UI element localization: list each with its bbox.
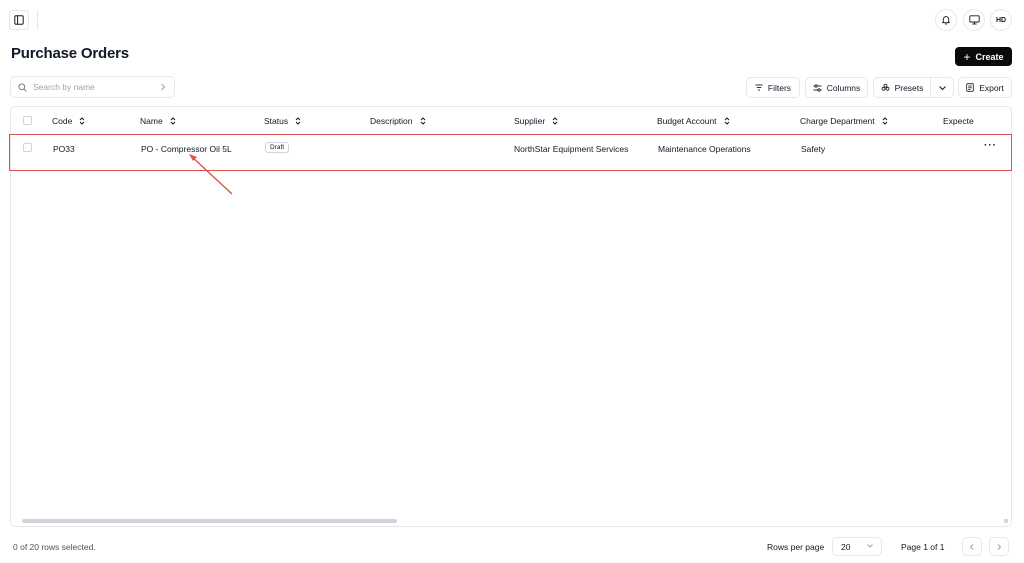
row-highlight-box (9, 134, 1012, 171)
column-header-label: Code (52, 116, 73, 126)
plus-icon: + (963, 49, 971, 64)
rows-per-page-value: 20 (841, 541, 851, 552)
next-page-button[interactable] (989, 537, 1009, 556)
presets-button[interactable]: Presets (873, 77, 931, 98)
export-label: Export (979, 82, 1004, 93)
column-header-label: Description (370, 116, 413, 126)
bell-icon (942, 16, 950, 25)
monitor-icon (968, 15, 980, 25)
table-header: Code Name Status Description Supplier Bu… (11, 107, 1011, 135)
create-button[interactable]: + Create (955, 47, 1012, 66)
search-box[interactable] (10, 76, 175, 98)
page-title: Purchase Orders (11, 45, 129, 62)
sidebar-toggle-button[interactable] (9, 10, 29, 30)
filters-button[interactable]: Filters (746, 77, 800, 98)
column-header-label: Name (140, 116, 163, 126)
previous-page-button[interactable] (962, 537, 982, 556)
display-settings-button[interactable] (963, 9, 985, 31)
top-bar: HD (0, 0, 1024, 40)
presets-label: Presets (894, 82, 924, 93)
rows-per-page-select[interactable]: 20 (832, 537, 882, 556)
search-input[interactable] (33, 82, 153, 92)
avatar-initials: HD (995, 16, 1007, 24)
column-header-expected[interactable]: Expecte (943, 116, 974, 126)
filter-icon (755, 84, 763, 91)
column-header-supplier[interactable]: Supplier (514, 116, 558, 126)
sort-icon[interactable] (170, 117, 176, 125)
sort-icon[interactable] (552, 117, 558, 125)
topbar-divider (37, 10, 38, 30)
presets-icon (881, 83, 889, 91)
columns-button[interactable]: Columns (805, 77, 868, 98)
export-button[interactable]: Export (958, 77, 1012, 98)
column-header-code[interactable]: Code (52, 116, 85, 126)
sort-icon[interactable] (295, 117, 301, 125)
column-header-label: Charge Department (800, 116, 875, 126)
filters-label: Filters (767, 82, 792, 93)
sort-icon[interactable] (724, 117, 730, 125)
sliders-icon (813, 83, 822, 92)
user-avatar-button[interactable]: HD (990, 9, 1012, 31)
column-header-label: Supplier (514, 116, 546, 126)
sidebar-panel-icon (14, 15, 24, 25)
select-all-checkbox[interactable] (23, 116, 32, 125)
chevron-down-icon (867, 544, 873, 548)
export-icon (966, 83, 974, 92)
column-header-budget-account[interactable]: Budget Account (657, 116, 730, 126)
column-header-label: Status (264, 116, 289, 126)
sort-icon[interactable] (79, 117, 85, 125)
search-icon (18, 82, 27, 92)
sort-icon[interactable] (882, 117, 888, 125)
sort-icon[interactable] (420, 117, 426, 125)
column-header-label: Budget Account (657, 116, 717, 126)
column-header-status[interactable]: Status (264, 116, 301, 126)
annotation-arrow-icon (189, 154, 233, 195)
selection-count: 0 of 20 rows selected. (13, 542, 96, 552)
chevron-right-icon[interactable] (159, 82, 167, 92)
page-indicator: Page 1 of 1 (901, 542, 945, 552)
chevron-down-icon (938, 85, 946, 90)
columns-label: Columns (826, 82, 861, 93)
presets-dropdown-button[interactable] (930, 77, 954, 98)
create-button-label: Create (975, 51, 1004, 62)
column-header-label: Expecte (943, 116, 974, 126)
column-header-name[interactable]: Name (140, 116, 176, 126)
notifications-button[interactable] (935, 9, 957, 31)
chevron-left-icon (969, 543, 974, 550)
horizontal-scrollbar[interactable] (22, 519, 397, 523)
column-header-description[interactable]: Description (370, 116, 426, 126)
rows-per-page-label: Rows per page (767, 542, 825, 552)
scrollbar-end-marker (1004, 519, 1008, 523)
chevron-right-icon (997, 543, 1002, 550)
column-header-charge-department[interactable]: Charge Department (800, 116, 888, 126)
